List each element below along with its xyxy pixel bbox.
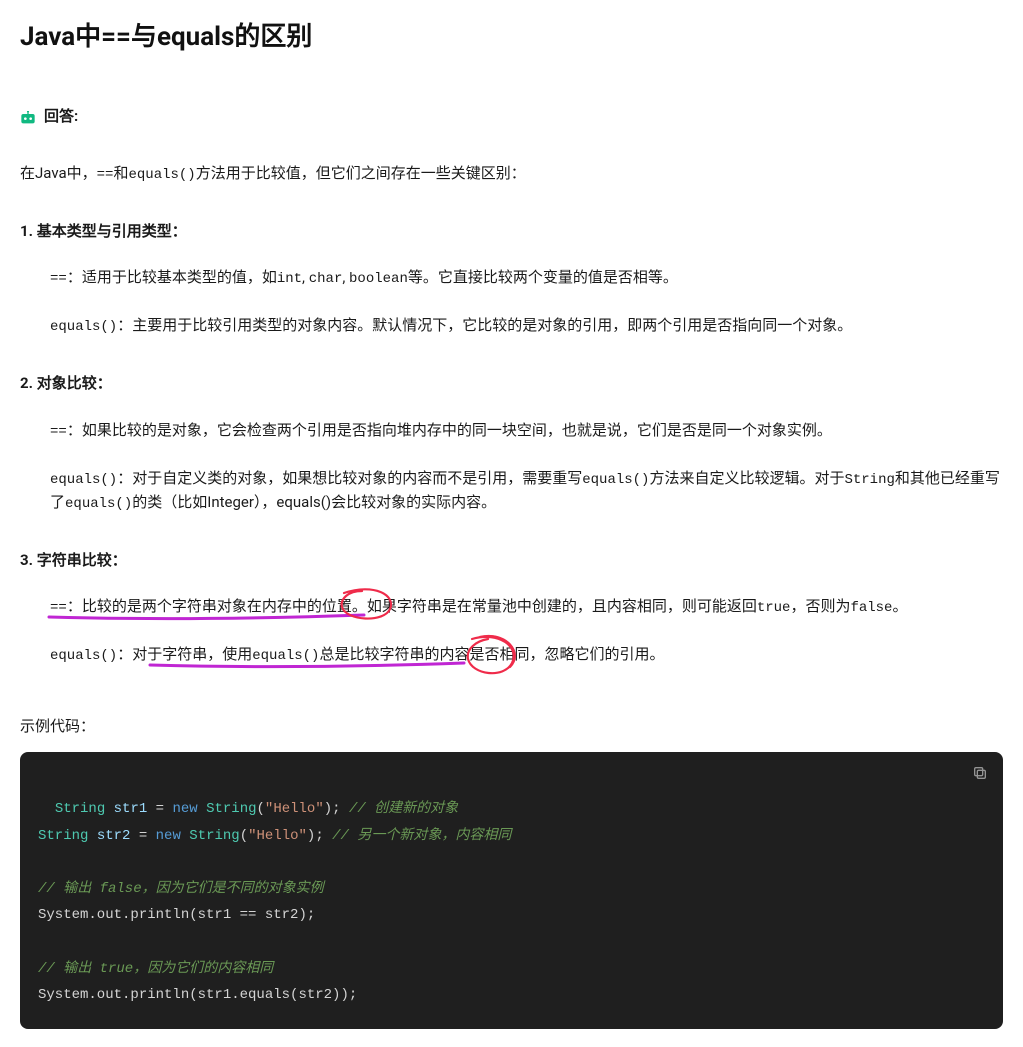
point-2-num: 2. [20,374,37,392]
sub-code: equals() [50,648,117,664]
intro-post: 方法用于比较值，但它们之间存在一些关键区别： [196,164,526,182]
answer-label: 回答: [44,105,78,128]
tok: // 创建新的对象 [341,801,459,817]
tok: "Hello" [265,801,324,817]
sub-sep2: 。 [892,597,907,615]
copy-button[interactable] [969,762,991,784]
sub-text: ：对于字符串，使用 [117,645,252,663]
sub-c2: char [309,271,343,287]
tok: ); [307,828,324,844]
point-1-sub-b: equals()：主要用于比较引用类型的对象内容。默认情况下，它比较的是对象的引… [20,314,1003,338]
sub-c1: equals() [582,472,649,488]
point-3-sub-b: equals()：对于字符串，使用equals()总是比较字符串的内容是否相同，… [20,643,1003,667]
copy-icon [972,765,988,781]
tok [105,801,113,817]
point-1-sub-a: ==：适用于比较基本类型的值，如int, char, boolean等。它直接比… [20,266,1003,290]
sub-sep1: ，否则为 [790,597,850,615]
sub-code: equals() [50,319,117,335]
tok: "Hello" [248,828,307,844]
tok: String [206,801,256,817]
sub-text: ：适用于比较基本类型的值，如 [67,268,277,286]
answer-header: 回答: [20,105,1003,128]
sub-c1: int [277,271,302,287]
tok [88,828,96,844]
point-2-head: 2. 对象比较： [20,372,1003,395]
point-1: 1. 基本类型与引用类型： ==：适用于比较基本类型的值，如int, char,… [20,220,1003,339]
point-3-head: 3. 字符串比较： [20,549,1003,572]
point-1-num: 1. [20,222,37,240]
point-3: 3. 字符串比较： ==：比较的是两个字符串对象在内存中的位置。如果字符串是在常… [20,549,1003,668]
point-3-num: 3. [20,551,37,569]
sub-c1: true [757,600,791,616]
tok: // 另一个新对象，内容相同 [324,828,512,844]
sub-sep1: 方法来自定义比较逻辑。对于 [649,469,844,487]
intro-mid: 和 [113,164,128,182]
sub-sep1: , [302,268,309,286]
sub-code: == [50,424,67,440]
sub-code: equals() [50,472,117,488]
sub-c2: false [850,600,892,616]
tok: str1 [114,801,148,817]
tok: String [38,828,88,844]
tok: ( [257,801,265,817]
point-2-sub-b: equals()：对于自定义类的对象，如果想比较对象的内容而不是引用，需要重写e… [20,467,1003,515]
tok: // 输出 true，因为它们的内容相同 [38,961,273,977]
tok: // 输出 false，因为它们是不同的对象实例 [38,881,324,897]
code-block: String str1 = new String("Hello"); // 创建… [20,752,1003,1029]
page-title: Java中==与equals的区别 [20,18,1003,57]
tok: String [55,801,105,817]
tok: new [156,828,181,844]
sub-text: ：比较的是两个字符串对象在内存中的位置。如果字符串是在常量池中创建的，且内容相同… [67,597,757,615]
point-2: 2. 对象比较： ==：如果比较的是对象，它会检查两个引用是否指向堆内存中的同一… [20,372,1003,515]
point-1-title: 基本类型与引用类型 [37,222,172,240]
tok: = [147,801,172,817]
sub-c3: equals() [65,496,132,512]
point-2-sub-a: ==：如果比较的是对象，它会检查两个引用是否指向堆内存中的同一块空间，也就是说，… [20,419,1003,443]
tok [198,801,206,817]
sub-tail: 等。它直接比较两个变量的值是否相等。 [408,268,678,286]
point-3-title: 字符串比较 [37,551,112,569]
intro-code-a: == [97,167,114,183]
sub-text: ：如果比较的是对象，它会检查两个引用是否指向堆内存中的同一块空间，也就是说，它们… [67,421,832,439]
intro-paragraph: 在Java中，==和equals()方法用于比较值，但它们之间存在一些关键区别： [20,162,1003,186]
sub-text: ：对于自定义类的对象，如果想比较对象的内容而不是引用，需要重写 [117,469,582,487]
point-1-head: 1. 基本类型与引用类型： [20,220,1003,243]
tok: System.out.println(str1 == str2); [38,907,315,923]
sub-c1: equals() [252,648,319,664]
tok: String [189,828,239,844]
sub-tail: 的类（比如Integer），equals()会比较对象的实际内容。 [132,493,496,511]
points-list: 1. 基本类型与引用类型： ==：适用于比较基本类型的值，如int, char,… [20,220,1003,668]
sub-sep1: 总是比较字符串的内容是否相同，忽略它们的引用。 [319,645,664,663]
point-3-sub-a: ==：比较的是两个字符串对象在内存中的位置。如果字符串是在常量池中创建的，且内容… [20,595,1003,619]
robot-icon [20,109,36,123]
intro-pre: 在Java中， [20,164,97,182]
sub-c3: boolean [349,271,408,287]
tok: ); [324,801,341,817]
point-2-title: 对象比较 [37,374,97,392]
tok: = [130,828,155,844]
sub-text: ：主要用于比较引用类型的对象内容。默认情况下，它比较的是对象的引用，即两个引用是… [117,316,852,334]
tok: ( [240,828,248,844]
tok: new [172,801,197,817]
sub-code: == [50,271,67,287]
example-label: 示例代码： [20,715,1003,738]
tok: str2 [97,828,131,844]
tok: System.out.println(str1.equals(str2)); [38,987,357,1003]
sub-c2: String [844,472,894,488]
sub-code: == [50,600,67,616]
intro-code-b: equals() [128,167,195,183]
